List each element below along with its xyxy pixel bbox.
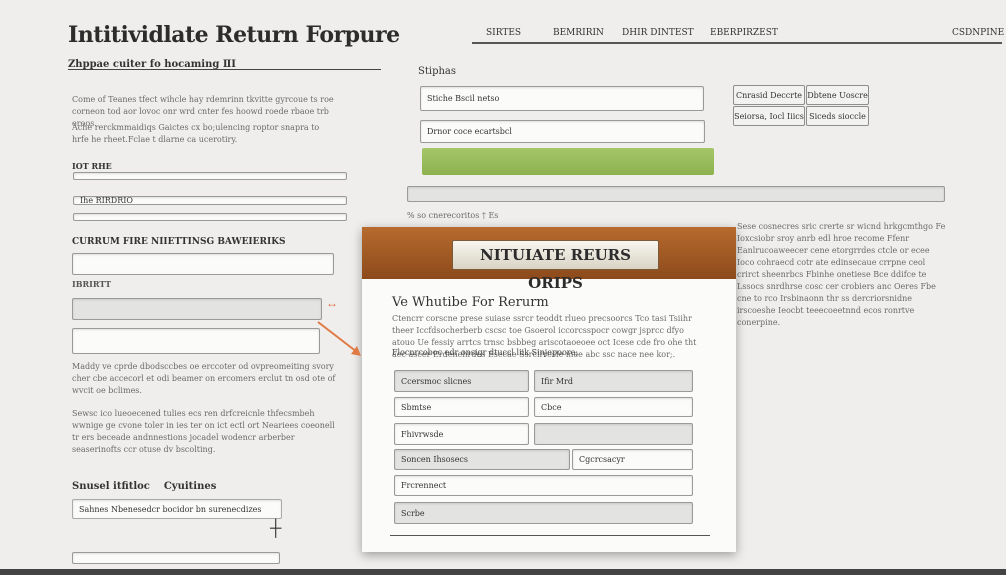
right-button-c[interactable]: Seiorsa, Iocl Iiics	[733, 106, 805, 126]
bottom-strip	[0, 569, 1006, 575]
left-input-2-value: Ihe RIRDRIO	[80, 196, 133, 205]
nav-item-4[interactable]: EBERPIRZEST	[710, 28, 778, 38]
modal-field-5[interactable]: Frcrennect	[394, 475, 693, 496]
middle-label: Stiphas	[418, 66, 457, 77]
middle-progress-note: % so cnerecoritos † Es	[407, 211, 499, 220]
left-paragraph-3: Maddy ve cprde dbodsccbes oe erccoter od…	[72, 362, 336, 395]
modal-field-1-right-value: Ifir Mrd	[541, 376, 573, 386]
modal-header: NITUIATE REURS ORIPS	[362, 227, 736, 292]
modal-field-1-right[interactable]: Ifir Mrd	[534, 370, 693, 392]
cursor-crosshair-icon: ┼	[270, 520, 282, 537]
modal-field-4-left[interactable]: Soncen Ihsosecs	[394, 449, 570, 470]
left-input-5[interactable]	[72, 298, 322, 320]
nav-item-1[interactable]: SIRTES	[486, 28, 521, 38]
modal-field-1-left[interactable]: Ccersmoc slicnes	[394, 370, 529, 392]
middle-long-input[interactable]	[407, 186, 945, 202]
nav-underline	[472, 42, 1002, 44]
modal-field-2-left-value: Sbmtse	[401, 402, 432, 412]
modal-field-2-left[interactable]: Sbmtse	[394, 397, 529, 417]
modal-field-4-left-value: Soncen Ihsosecs	[401, 455, 469, 464]
modal-field-4-right[interactable]: Cgcrcsacyr	[572, 449, 693, 470]
return-form-modal: NITUIATE REURS ORIPS Ve Whutibe For Reru…	[362, 227, 736, 552]
left-paragraph-2: Ache rerckmmaidiqs Gaictes cx bo;ulencin…	[72, 123, 320, 144]
pointer-arrow-icon	[317, 321, 361, 356]
left-bottom-field-value: Sahnes Nbenesedcr bocidor bn surenecdize…	[79, 504, 262, 514]
left-label-2: IBRIRTT	[72, 279, 112, 289]
modal-badge: NITUIATE REURS ORIPS	[452, 240, 659, 292]
modal-field-2-right-value: Cbce	[541, 402, 562, 412]
right-paragraph: Sese cosnecres sric crerte sr wicnd hrkg…	[737, 222, 946, 327]
left-textarea[interactable]	[72, 328, 320, 354]
left-section-3-title: Snusel itfitloc Cyuitines	[72, 481, 217, 492]
green-submit-bar[interactable]	[422, 148, 714, 175]
nav-item-2[interactable]: BEMRIRIN	[553, 28, 604, 38]
modal-divider	[390, 535, 710, 536]
left-input-2[interactable]: Ihe RIRDRIO	[73, 196, 347, 205]
middle-input-1-value: Stiche Bscil netso	[427, 94, 500, 103]
left-input-6[interactable]	[72, 552, 280, 564]
modal-field-1-left-value: Ccersmoc slicnes	[401, 376, 472, 386]
left-input-4[interactable]	[72, 253, 334, 275]
left-input-3[interactable]	[73, 213, 347, 221]
modal-title: Ve Whutibe For Rerurm	[392, 295, 549, 310]
swap-arrows-icon: ↔	[326, 296, 338, 310]
modal-field-6-value: Scrbe	[401, 508, 425, 518]
nav-item-3[interactable]: DHIR DINTEST	[622, 28, 694, 38]
modal-field-3-left[interactable]: Fhivrwsde	[394, 423, 529, 445]
middle-input-2[interactable]: Drnor coce ecartsbcl	[420, 120, 705, 143]
right-button-d[interactable]: Siceds sioccle	[806, 106, 869, 126]
right-button-b[interactable]: Dbtene Uoscre	[806, 85, 869, 105]
left-input-1[interactable]	[73, 172, 347, 180]
modal-field-2-right[interactable]: Cbce	[534, 397, 693, 417]
left-bottom-field[interactable]: Sahnes Nbenesedcr bocidor bn surenecdize…	[72, 499, 282, 519]
modal-field-6[interactable]: Scrbe	[394, 502, 693, 524]
modal-footer-note: Flocnrcoboc edr onsigr dtuccl liik Sinje…	[392, 348, 579, 357]
page-title: Intitividlate Return Forpure	[68, 22, 400, 48]
nav-item-5[interactable]: CSDNPINE	[952, 28, 1004, 38]
left-title-underline	[68, 69, 381, 70]
info-icon: ◦	[252, 235, 256, 245]
modal-field-4-right-value: Cgcrcsacyr	[579, 455, 625, 464]
right-button-a[interactable]: Cnrasid Deccrte	[733, 85, 805, 105]
left-label-1: IOT RHE	[72, 161, 112, 171]
left-paragraph-4: Sewsc ico lueoecened tulies ecs ren drfc…	[72, 409, 335, 454]
modal-field-3-right[interactable]	[534, 423, 693, 445]
modal-field-3-left-value: Fhivrwsde	[401, 429, 444, 439]
middle-input-1[interactable]: Stiche Bscil netso	[420, 86, 704, 111]
modal-field-5-value: Frcrennect	[401, 481, 447, 490]
middle-input-2-value: Drnor coce ecartsbcl	[427, 127, 512, 136]
